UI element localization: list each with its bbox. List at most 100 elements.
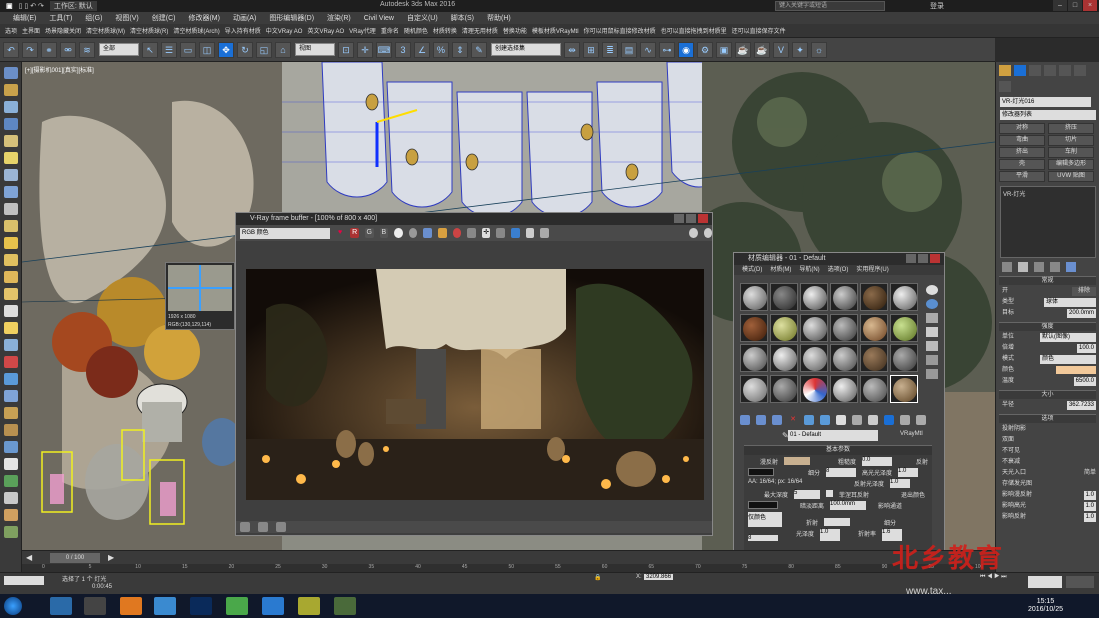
ref-coord-dropdown[interactable]: 视图 <box>295 43 335 56</box>
stack-item[interactable]: VR-灯光 <box>1003 192 1025 198</box>
corrections-icon[interactable] <box>258 522 269 532</box>
plugin-button[interactable]: 场景隐藏关闭 <box>45 26 81 35</box>
object-name-field[interactable]: VR-灯光016 <box>1000 97 1091 107</box>
menu-item[interactable]: 视图(V) <box>115 13 138 23</box>
sphere-icon[interactable] <box>4 101 18 113</box>
render-iterative-icon[interactable]: ☕ <box>754 41 770 58</box>
wall-icon[interactable] <box>4 509 18 521</box>
timeline-ruler[interactable]: 0 5 10 15 20 25 30 35 40 45 50 55 60 65 70 75 80 85 90 95 10… <box>22 564 995 572</box>
mated-menu-item[interactable]: 导航(N) <box>799 265 819 275</box>
quick-access-icons[interactable]: ▯ ▯ ↶ ↷ <box>19 2 44 10</box>
play-controls[interactable]: ⏮ ◀ ▶ ⏭ <box>980 574 1007 581</box>
affect-diffuse-value[interactable]: 1.0 <box>1083 491 1096 500</box>
particle-icon[interactable] <box>4 390 18 402</box>
assign-to-selection-icon[interactable] <box>772 415 782 425</box>
heart-icon[interactable]: ♥ <box>336 228 345 238</box>
layer-icon[interactable] <box>4 118 18 130</box>
menu-item[interactable]: 工具(T) <box>49 13 72 23</box>
select-manipulate-icon[interactable]: ✛ <box>357 41 373 58</box>
material-slot[interactable] <box>860 344 888 372</box>
mode-dropdown[interactable]: 颜色 <box>1040 355 1096 364</box>
target-checkbox[interactable]: 目标 <box>1002 309 1014 318</box>
material-slot[interactable] <box>800 344 828 372</box>
maximize-button[interactable]: □ <box>1068 0 1082 11</box>
options-icon[interactable] <box>926 369 938 379</box>
taskbar-app-icon[interactable] <box>298 597 320 615</box>
undo-icon[interactable]: ↶ <box>3 41 19 58</box>
blue-channel-button[interactable]: B <box>379 228 389 238</box>
general-rollout[interactable]: 常规 <box>999 276 1096 285</box>
material-slot[interactable] <box>770 313 798 342</box>
exclude-button[interactable]: 排除 <box>1071 287 1096 296</box>
taskbar-app-icon[interactable] <box>262 597 284 615</box>
material-slot[interactable] <box>860 313 888 342</box>
placement-icon[interactable]: ⌂ <box>275 41 291 58</box>
go-sibling-icon[interactable] <box>916 415 926 425</box>
plugin-button[interactable]: 模板材质VRayMtl <box>532 26 579 35</box>
go-parent-icon[interactable] <box>900 415 910 425</box>
plugin-button[interactable]: 重命名 <box>381 26 399 35</box>
temperature-value[interactable]: 6500.0 <box>1073 377 1096 386</box>
target-value[interactable]: 200.0mm <box>1066 309 1096 318</box>
vray-icon[interactable]: V <box>773 41 789 58</box>
taskbar-app-icon[interactable] <box>50 597 72 615</box>
affect-reflections-value[interactable]: 1.0 <box>1083 513 1096 522</box>
material-slot[interactable] <box>830 283 858 311</box>
teapot-icon[interactable] <box>4 135 18 147</box>
material-slot[interactable] <box>740 374 768 403</box>
skylight-portal-checkbox[interactable]: 天光入口 <box>1002 469 1026 478</box>
menu-item[interactable]: 自定义(U) <box>407 13 438 23</box>
region-render-icon[interactable] <box>496 228 506 238</box>
affect-diffuse-checkbox[interactable]: 影响漫反射 <box>1002 491 1032 500</box>
layer-manager-icon[interactable]: ≣ <box>602 41 618 58</box>
modifier-button[interactable]: 对称 <box>999 123 1045 134</box>
no-decay-checkbox[interactable]: 不衰减 <box>1002 458 1020 467</box>
refl-subdivs-value[interactable]: 8 <box>826 468 856 477</box>
select-object-icon[interactable]: ↖ <box>142 41 158 58</box>
unique-icon[interactable] <box>820 415 830 425</box>
track-mouse-icon[interactable]: ✛ <box>481 228 491 238</box>
keyboard-shortcut-icon[interactable]: ⌨ <box>376 41 392 58</box>
channel-dropdown[interactable]: RGB 颜色 <box>240 227 330 239</box>
door-icon[interactable] <box>4 424 18 436</box>
units-dropdown[interactable]: 默认(图像) <box>1040 333 1096 342</box>
spline-icon[interactable] <box>4 356 18 368</box>
rollout-header[interactable]: 基本参数 <box>744 446 932 455</box>
affect-reflections-checkbox[interactable]: 影响反射 <box>1002 513 1026 522</box>
size-rollout[interactable]: 大小 <box>999 390 1096 399</box>
save-image-icon[interactable] <box>423 228 433 238</box>
material-editor-icon[interactable]: ◉ <box>678 41 694 58</box>
lock-icon[interactable]: 🔒 <box>594 574 601 581</box>
copy-material-icon[interactable] <box>804 415 814 425</box>
plugin-button[interactable]: 导入持有材质 <box>225 26 261 35</box>
plugin-button[interactable]: 清空材质球(M) <box>86 26 125 35</box>
put-to-scene-icon[interactable] <box>756 415 766 425</box>
refract-swatch[interactable] <box>824 518 850 526</box>
double-sided-checkbox[interactable]: 双面 <box>1002 436 1014 445</box>
x-coordinate[interactable]: 3209.866 <box>644 574 674 580</box>
geosphere-icon[interactable] <box>4 339 18 351</box>
mated-maximize-button[interactable] <box>918 254 928 263</box>
fresnel-checkbox[interactable] <box>826 490 833 497</box>
vfb-title[interactable]: V-Ray frame buffer - [100% of 800 x 400] <box>236 213 712 225</box>
spinner-snap-icon[interactable]: ⇕ <box>452 41 468 58</box>
plugin-button[interactable]: VRay代理 <box>349 26 376 35</box>
stop-render-icon[interactable] <box>688 228 698 238</box>
reflect-swatch[interactable] <box>748 468 774 476</box>
uv-tiling-icon[interactable] <box>926 327 938 337</box>
modifier-button[interactable]: 挤出 <box>999 147 1045 158</box>
unlink-icon[interactable]: ⚮ <box>60 41 76 58</box>
plugin-button[interactable]: 还可以直接保存文件 <box>732 26 786 35</box>
workspace-dropdown[interactable]: 工作区: 默认 <box>49 1 97 11</box>
modifier-button[interactable]: 车削 <box>1048 147 1094 158</box>
menu-item[interactable]: 脚本(S) <box>451 13 474 23</box>
clear-image-icon[interactable] <box>452 228 462 238</box>
menu-item[interactable]: 修改器(M) <box>188 13 220 23</box>
motion-tab-icon[interactable] <box>1044 65 1056 76</box>
taskbar-clock[interactable]: 15:15 2016/10/25 <box>1028 598 1063 614</box>
pixel-info-icon[interactable] <box>525 228 535 238</box>
modifier-list-dropdown[interactable]: 修改器列表 <box>1000 110 1096 120</box>
curve-editor-icon[interactable]: ∿ <box>640 41 656 58</box>
tube-icon[interactable] <box>4 305 18 317</box>
material-slot[interactable] <box>770 374 798 403</box>
